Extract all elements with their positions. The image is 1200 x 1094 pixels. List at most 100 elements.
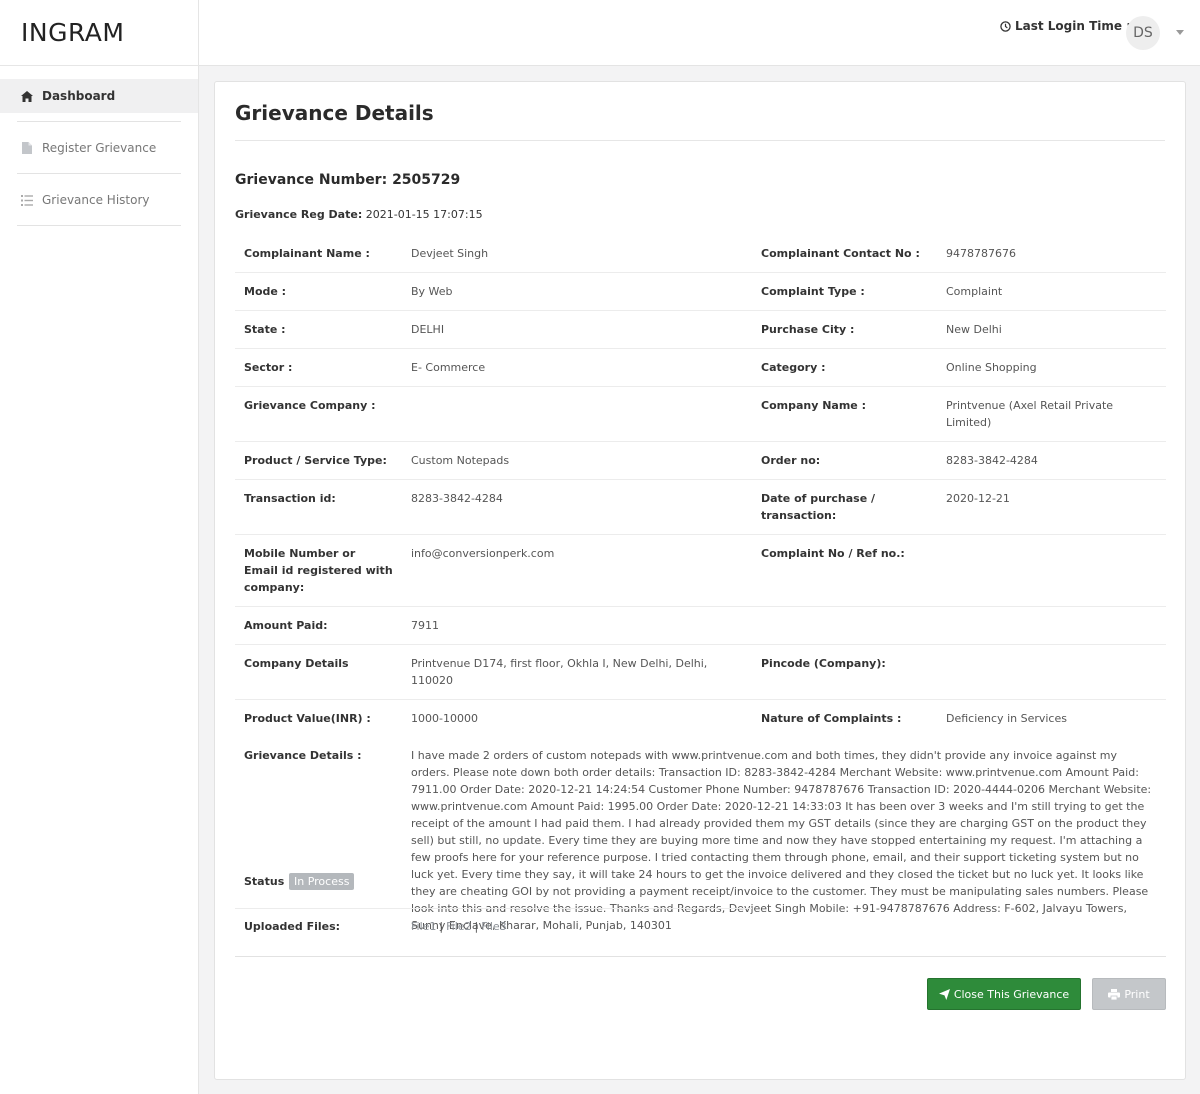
table-row: Product Value(INR) :1000-10000 Nature of … — [235, 699, 1166, 737]
table-row: Company Details Printvenue D174, first fl… — [235, 644, 1166, 700]
field-label: State : — [235, 310, 402, 349]
field-value: New Delhi — [937, 310, 1166, 349]
field-label: Mode : — [235, 272, 402, 311]
field-label: Order no: — [752, 441, 937, 480]
status-badge: In Process — [289, 873, 355, 890]
table-row: Grievance Company : Company Name : Printve… — [235, 386, 1166, 442]
sidebar-item-dashboard[interactable]: Dashboard — [0, 79, 198, 113]
uploaded-files-list: File1 | File2 | File3 — [411, 920, 507, 933]
field-value: Printvenue D174, first floor, Okhla I, N… — [402, 644, 752, 700]
clock-icon — [1000, 20, 1011, 32]
sidebar-item-register-grievance[interactable]: Register Grievance — [0, 131, 198, 165]
table-row: Product / Service Type: Custom Notepads Or… — [235, 441, 1166, 480]
page-title: Grievance Details — [235, 101, 434, 125]
status-row: Status : In Process — [235, 864, 752, 909]
field-label: Nature of Complaints : — [752, 699, 937, 737]
status-label: Status : — [244, 875, 293, 888]
print-label: Print — [1124, 987, 1150, 1001]
field-label: Pincode (Company): — [752, 644, 937, 700]
field-value: E- Commerce — [402, 348, 752, 387]
file-link-1[interactable]: File1 — [411, 920, 436, 933]
file-separator: | — [474, 920, 479, 933]
field-value: 8283-3842-4284 — [937, 441, 1166, 480]
sidebar-item-grievance-history[interactable]: Grievance History — [0, 183, 198, 217]
field-label: Company Details — [235, 644, 402, 700]
sidebar: INGRAM Dashboard Register Grievance Grie… — [0, 0, 199, 1094]
table-row: Complainant Name : Devjeet Singh Complaina… — [235, 235, 1166, 273]
sidebar-item-label: Grievance History — [42, 193, 150, 207]
table-row: Sector : E- Commerce Category : Online Shop… — [235, 348, 1166, 387]
field-label: Amount Paid: — [235, 606, 402, 645]
chevron-down-icon[interactable] — [1176, 30, 1184, 35]
avatar[interactable]: DS — [1126, 16, 1160, 50]
field-label: Complaint No / Ref no.: — [752, 534, 937, 607]
field-label: Complainant Contact No : — [761, 247, 920, 260]
field-label: Date of purchase / transaction: — [752, 479, 937, 535]
home-icon — [20, 89, 34, 103]
grievance-number: Grievance Number: 2505729 — [235, 172, 461, 188]
file-link-2[interactable]: File2 — [446, 920, 471, 933]
field-value: Devjeet Singh — [411, 247, 489, 260]
field-value — [402, 386, 752, 442]
divider — [17, 225, 181, 226]
field-label: Transaction id: — [235, 479, 402, 535]
field-value: Deficiency in Services — [937, 699, 1166, 737]
field-value: By Web — [402, 272, 752, 311]
last-login-time: Last Login Time : — [1000, 19, 1131, 33]
table-row: Transaction id: 8283-3842-4284 Date of pur… — [235, 479, 1166, 535]
field-value: Online Shopping — [937, 348, 1166, 387]
field-label: Company Name : — [752, 386, 937, 442]
field-value: Custom Notepads — [402, 441, 752, 480]
field-value — [937, 534, 1166, 607]
field-label: Purchase City : — [752, 310, 937, 349]
file-separator: | — [439, 920, 444, 933]
reg-date-label: Grievance Reg Date: — [235, 208, 363, 221]
field-label: Category : — [752, 348, 937, 387]
table-row: Amount Paid: 7911 — [235, 606, 1166, 645]
field-value — [937, 606, 1166, 645]
grievance-reg-date: Grievance Reg Date: 2021-01-15 17:07:15 — [235, 208, 483, 221]
field-value: 7911 — [402, 606, 752, 645]
close-grievance-label: Close This Grievance — [953, 987, 1070, 1001]
send-icon — [938, 988, 950, 1000]
uploaded-files-row: Uploaded Files: File1 | File2 | File3 — [235, 909, 1166, 957]
last-login-label: Last Login Time : — [1014, 19, 1131, 33]
close-grievance-button[interactable]: Close This Grievance — [927, 978, 1081, 1010]
divider — [17, 173, 181, 174]
uploaded-files-label: Uploaded Files: — [244, 920, 341, 933]
field-value: 8283-3842-4284 — [402, 479, 752, 535]
top-bar: Last Login Time : DS — [199, 0, 1200, 66]
field-value: Complaint — [937, 272, 1166, 311]
file-link-3[interactable]: File3 — [481, 920, 506, 933]
field-label — [752, 606, 937, 645]
print-button[interactable]: Print — [1092, 978, 1166, 1010]
field-value: info@conversionperk.com — [402, 534, 752, 607]
field-label: Complainant Name : — [244, 247, 370, 260]
reg-date-value: 2021-01-15 17:07:15 — [365, 208, 483, 221]
sidebar-item-label: Dashboard — [42, 89, 116, 103]
divider — [17, 121, 181, 122]
field-value: 1000-10000 — [402, 699, 752, 737]
divider — [235, 140, 1165, 141]
table-row: State : DELHI Purchase City : New Delhi — [235, 310, 1166, 349]
details-table: Complainant Name : Devjeet Singh Complaina… — [235, 235, 1166, 944]
printer-icon — [1108, 988, 1121, 1000]
sidebar-nav: Dashboard Register Grievance Grievance H… — [0, 66, 198, 226]
field-label: Product / Service Type: — [235, 441, 402, 480]
field-value: Printvenue (Axel Retail Private Limited) — [937, 386, 1166, 442]
field-value: DELHI — [402, 310, 752, 349]
sidebar-item-label: Register Grievance — [42, 141, 157, 155]
field-value: 2020-12-21 — [937, 479, 1166, 535]
field-label: Grievance Company : — [235, 386, 402, 442]
grievance-card: Grievance Details Grievance Number: 2505… — [214, 81, 1186, 1080]
field-label: Product Value(INR) : — [235, 699, 402, 737]
field-value — [937, 644, 1166, 700]
brand-logo: INGRAM — [0, 0, 198, 66]
field-value: 9478787676 — [946, 247, 1016, 260]
table-row: Mobile Number or Email id registered wit… — [235, 534, 1166, 607]
field-label: Complaint Type : — [752, 272, 937, 311]
field-label: Sector : — [235, 348, 402, 387]
list-icon — [20, 193, 34, 207]
table-row: Mode : By Web Complaint Type : Complaint — [235, 272, 1166, 311]
field-label: Mobile Number or Email id registered wit… — [235, 534, 402, 607]
